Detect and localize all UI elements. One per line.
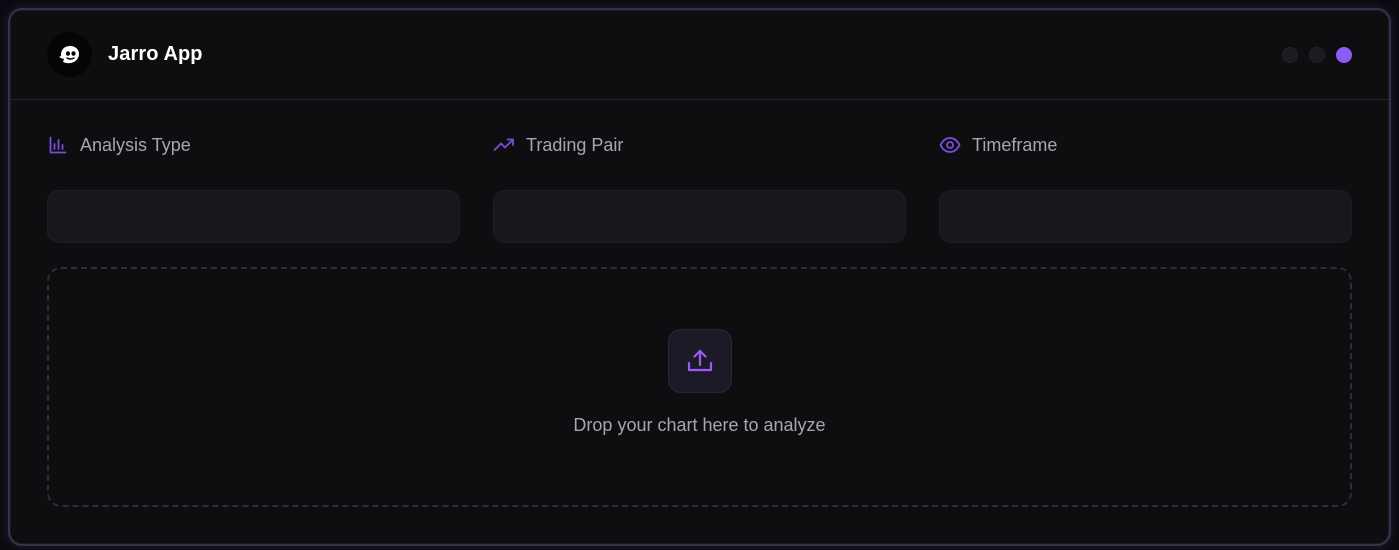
chart-dropzone[interactable]: Drop your chart here to analyze — [47, 267, 1352, 507]
status-dot — [1282, 46, 1298, 63]
trading-pair-select[interactable] — [493, 190, 906, 243]
bar-chart-icon — [47, 134, 69, 156]
trading-pair-label: Trading Pair — [493, 134, 906, 156]
dropzone-text: Drop your chart here to analyze — [573, 414, 826, 435]
status-dot-active — [1336, 46, 1352, 63]
app-window: Jarro App Analysis Type Trading Pair Tim… — [8, 8, 1391, 546]
eye-icon — [939, 134, 961, 156]
timeframe-label: Timeframe — [939, 134, 1352, 156]
timeframe-group: Timeframe — [939, 134, 1352, 243]
upload-icon — [687, 349, 712, 371]
header: Jarro App — [10, 10, 1389, 100]
timeframe-select[interactable] — [939, 190, 1352, 243]
status-dot — [1309, 46, 1325, 63]
upload-button[interactable] — [667, 328, 732, 393]
analysis-type-label: Analysis Type — [47, 134, 460, 156]
status-dots — [1282, 46, 1352, 63]
analysis-type-select[interactable] — [47, 190, 460, 243]
trending-up-icon — [493, 134, 515, 156]
app-title: Jarro App — [108, 43, 203, 65]
trading-pair-group: Trading Pair — [493, 134, 906, 243]
analysis-type-group: Analysis Type — [47, 134, 460, 243]
ghost-icon — [47, 32, 92, 77]
